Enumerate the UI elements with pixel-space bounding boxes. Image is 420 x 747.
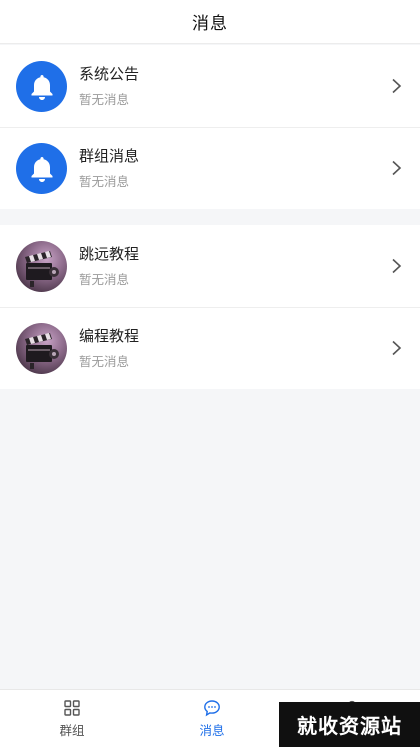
chevron-right-icon [392, 258, 402, 274]
tab-label: 消息 [199, 723, 225, 738]
system-message-group: 系统公告 暂无消息 群组消息 暂无消息 [0, 45, 420, 209]
item-title: 群组消息 [79, 147, 140, 165]
film-clapper-icon [25, 333, 59, 369]
avatar [16, 323, 67, 374]
avatar [16, 241, 67, 292]
page-title: 消息 [192, 14, 228, 34]
item-title: 编程教程 [79, 327, 140, 345]
messages-screen: 消息 系统公告 暂无消息 群组消息 暂无消息 跳远教程 暂无消息 编程教程 暂无… [0, 0, 420, 747]
chat-bubble-icon [204, 700, 220, 717]
list-item-system-announcement[interactable]: 系统公告 暂无消息 [0, 45, 420, 127]
list-item-group-messages[interactable]: 群组消息 暂无消息 [0, 127, 420, 209]
chevron-right-icon [392, 340, 402, 356]
tab-groups[interactable]: 群组 [12, 690, 132, 747]
item-title: 跳远教程 [79, 245, 140, 263]
item-subtitle: 暂无消息 [79, 272, 130, 287]
item-title: 系统公告 [79, 65, 140, 83]
grid-icon [64, 700, 80, 716]
list-item-programming-course[interactable]: 编程教程 暂无消息 [0, 307, 420, 389]
watermark: 就收资源站 [279, 702, 420, 747]
item-subtitle: 暂无消息 [79, 174, 130, 189]
header-bar: 消息 [0, 0, 420, 44]
item-subtitle: 暂无消息 [79, 92, 130, 107]
bell-icon [31, 74, 52, 100]
avatar [16, 61, 67, 112]
tab-label: 群组 [59, 723, 85, 738]
chevron-right-icon [392, 78, 402, 94]
item-subtitle: 暂无消息 [79, 354, 130, 369]
tab-messages[interactable]: 消息 [152, 690, 272, 747]
bell-icon [31, 156, 52, 182]
film-clapper-icon [25, 251, 59, 287]
chevron-right-icon [392, 160, 402, 176]
list-item-long-jump-course[interactable]: 跳远教程 暂无消息 [0, 225, 420, 307]
avatar [16, 143, 67, 194]
course-message-group: 跳远教程 暂无消息 编程教程 暂无消息 [0, 225, 420, 389]
